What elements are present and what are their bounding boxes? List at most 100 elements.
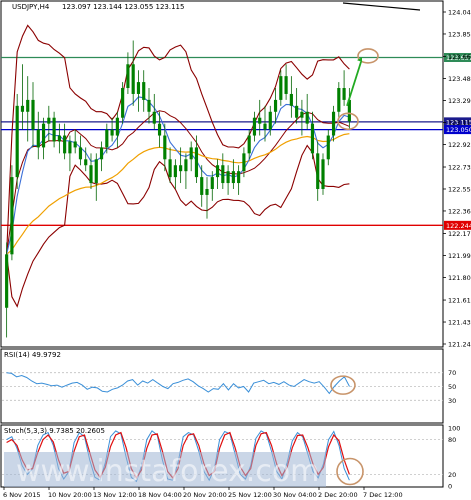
candle-body: [252, 117, 257, 136]
price-tick-label: 122.550: [448, 185, 471, 193]
rsi-label: RSI(14) 49.9792: [4, 351, 61, 359]
time-tick-label: 25 Nov 12:00: [228, 491, 272, 499]
candle-body: [26, 99, 30, 112]
price-tick-label: 122.735: [448, 164, 471, 172]
candle-body: [179, 165, 183, 172]
candle-body: [57, 135, 61, 142]
stoch-label: Stoch(5,3,3) 9.7385 20.2605: [4, 427, 105, 435]
candle-body: [189, 147, 193, 160]
candle-body: [99, 147, 104, 160]
candle-body: [194, 147, 199, 178]
price-tick-label: 121.805: [448, 274, 471, 282]
candle-body: [142, 82, 146, 100]
candle-body: [247, 135, 251, 154]
candle-body: [115, 117, 119, 136]
candle-body: [152, 111, 156, 124]
rsi-pane: [0, 348, 444, 424]
price-tick-label: 122.365: [448, 207, 471, 215]
candle-body: [78, 147, 83, 160]
candle-body: [126, 64, 130, 89]
candle-body: [210, 177, 214, 189]
rsi-tick-label: 70: [448, 369, 456, 377]
symbol-label: USDJPY,H4: [12, 3, 50, 11]
candle-body: [110, 129, 114, 136]
price-tick-label: 122.925: [448, 141, 471, 149]
stoch-tick-label: 0: [448, 483, 452, 491]
candle-body: [215, 165, 220, 178]
candle-body: [147, 99, 151, 112]
candle-body: [231, 171, 235, 184]
candle-body: [105, 129, 109, 148]
candle-body: [10, 177, 14, 255]
price-tick-label: 124.040: [448, 9, 471, 17]
price-tick-label: 123.295: [448, 97, 471, 105]
price-tick-label: 122.175: [448, 230, 471, 238]
candle-body: [326, 135, 330, 160]
candle-body: [242, 153, 246, 172]
candle-body: [52, 117, 56, 142]
candle-body: [337, 88, 341, 112]
watermark: www.instaforex.com: [4, 452, 326, 489]
rsi-tick-label: 30: [448, 397, 456, 405]
candle-body: [258, 117, 262, 124]
time-tick-label: 10 Nov 20:00: [48, 491, 92, 499]
price-tick-label: 123.110: [448, 119, 471, 127]
time-tick-label: 13 Nov 12:00: [93, 491, 137, 499]
candle-body: [47, 117, 51, 124]
time-tick-label: 6 Nov 2015: [3, 491, 41, 499]
price-tick-label: 123.665: [448, 53, 471, 61]
price-tick-label: 121.245: [448, 341, 471, 349]
time-tick-label: 18 Nov 04:00: [138, 491, 182, 499]
candle-body: [289, 93, 293, 106]
candle-body: [237, 171, 241, 184]
candle-body: [279, 76, 283, 100]
candle-body: [121, 88, 125, 118]
candle-body: [200, 177, 204, 195]
time-tick-label: 2 Dec 20:00: [318, 491, 358, 499]
candle-body: [342, 88, 346, 100]
candle-body: [305, 111, 309, 124]
time-tick-label: 7 Dec 12:00: [363, 491, 403, 499]
candle-body: [316, 153, 320, 189]
candle-body: [321, 159, 325, 189]
candle-body: [136, 82, 141, 94]
candle-body: [20, 105, 25, 112]
time-tick-label: 30 Nov 04:00: [273, 491, 317, 499]
candle-body: [284, 76, 288, 94]
candle-body: [36, 129, 40, 148]
usdjpy-chart: 123.657123.115123.050122.244124.040123.8…: [0, 0, 471, 500]
candle-body: [273, 99, 278, 112]
rsi-tick-label: 50: [448, 383, 456, 391]
candle-body: [300, 111, 304, 118]
candle-body: [15, 105, 19, 178]
time-tick-label: 20 Nov 20:00: [183, 491, 227, 499]
candle-body: [94, 159, 98, 184]
price-tick-label: 121.615: [448, 297, 471, 305]
stoch-tick-label: 100: [448, 425, 460, 433]
level-tag-text-support: 122.244: [446, 222, 471, 230]
candle-body: [310, 123, 315, 154]
stoch-tick-label: 20: [448, 471, 456, 479]
stoch-tick-label: 80: [448, 436, 456, 444]
candle-body: [163, 135, 167, 160]
candle-body: [31, 99, 35, 130]
candle-body: [157, 123, 162, 136]
candle-body: [84, 159, 88, 166]
price-tick-label: 121.430: [448, 319, 471, 327]
candle-body: [41, 123, 46, 148]
candle-body: [331, 111, 336, 136]
candle-body: [131, 64, 135, 94]
candle-body: [89, 165, 93, 184]
candle-body: [168, 159, 172, 178]
price-tick-label: 121.990: [448, 252, 471, 260]
candle-body: [63, 135, 67, 154]
svg-text:www.instaforex.com: www.instaforex.com: [16, 454, 319, 489]
candle-body: [173, 165, 177, 178]
ohlc-label: 123.097 123.144 123.055 123.115: [62, 3, 184, 11]
candle-body: [263, 123, 267, 130]
candle-body: [184, 159, 188, 172]
price-tick-label: 123.480: [448, 75, 471, 83]
candle-body: [205, 188, 209, 195]
price-tick-label: 123.855: [448, 30, 471, 38]
candle-body: [73, 141, 77, 148]
